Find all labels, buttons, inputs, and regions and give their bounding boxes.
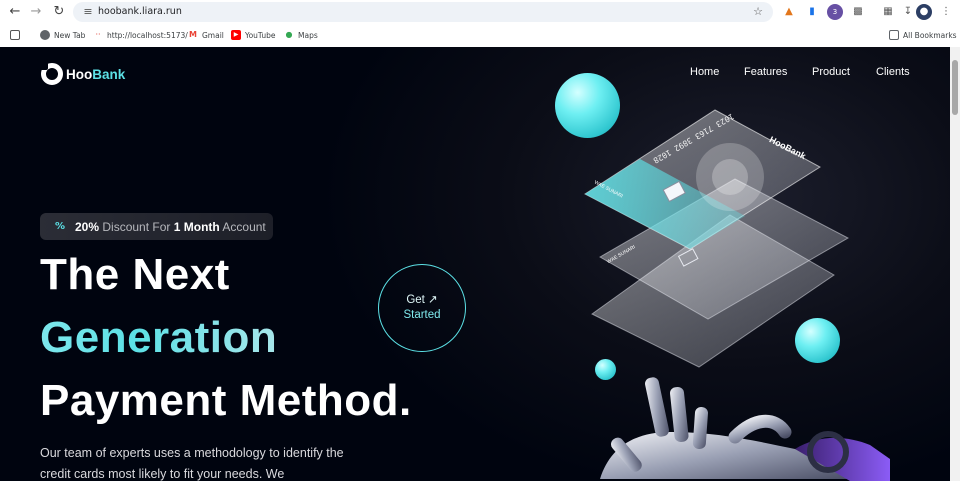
discount-icon: % (54, 220, 66, 232)
hoobank-logo[interactable]: HooBank (37, 59, 126, 85)
screen-cast-icon[interactable]: ▦ (880, 4, 896, 20)
headline-line-1: The Next (40, 250, 230, 299)
get-started-label: Get ↗ (406, 294, 438, 306)
gmail-icon: M (189, 30, 197, 39)
folder-icon (889, 30, 899, 40)
robot-thumb (728, 414, 792, 444)
all-bookmarks[interactable]: All Bookmarks (889, 28, 957, 42)
get-started-label: Started (403, 309, 441, 321)
page-viewport: HooBank Home Features Product Clients % … (0, 47, 950, 481)
extension-icon[interactable]: 3 (827, 4, 843, 20)
nav-product[interactable]: Product (812, 66, 850, 78)
discount-badge: % 20% Discount For 1 Month Account (40, 213, 273, 240)
puzzle-icon[interactable]: ▩ (850, 4, 866, 20)
forward-icon[interactable]: → (27, 3, 45, 21)
back-icon[interactable]: ← (6, 3, 24, 21)
get-started-button[interactable]: Get ↗ Started (378, 264, 466, 352)
headline-line-2: Generation (40, 313, 278, 362)
bookmark-youtube[interactable]: ▶ YouTube (231, 28, 276, 42)
bookmark-localhost[interactable]: ·· http://localhost:5173/ (93, 28, 187, 42)
hero-illustration: 1023 7163 3892 1028 HooBank WAE SUNARI W… (584, 109, 890, 481)
browser-toolbar: ← → ↻ ≡ hoobank.liara.run ☆ ▲ ▮ 3 ▩ ▦ ↧ … (0, 0, 960, 24)
nav-clients[interactable]: Clients (876, 66, 910, 78)
bookmark-gmail[interactable]: M Gmail (188, 28, 224, 42)
reload-icon[interactable]: ↻ (50, 3, 68, 21)
bookmark-maps[interactable]: ● Maps (284, 28, 318, 42)
nav-features[interactable]: Features (744, 66, 787, 78)
browser-chrome: ← → ↻ ≡ hoobank.liara.run ☆ ▲ ▮ 3 ▩ ▦ ↧ … (0, 0, 960, 47)
apps-grid-icon[interactable] (10, 28, 20, 42)
address-bar-url[interactable]: hoobank.liara.run (98, 5, 182, 19)
page-scrollbar-thumb[interactable] (952, 60, 958, 115)
youtube-icon: ▶ (231, 30, 241, 40)
discount-text: 20% Discount For 1 Month Account (75, 219, 266, 234)
hero-paragraph: Our team of experts uses a methodology t… (40, 446, 344, 481)
profile-avatar[interactable]: ● (916, 4, 932, 20)
dots-icon: ·· (95, 30, 101, 39)
metamask-extension-icon[interactable]: ▲ (781, 4, 797, 20)
download-icon[interactable]: ↧ (900, 4, 916, 20)
bookmark-new-tab[interactable]: New Tab (40, 28, 85, 42)
address-bar[interactable]: ≡ hoobank.liara.run ☆ (73, 2, 773, 22)
extension-badge-count: 3 (832, 8, 838, 16)
logo-text: HooBank (66, 66, 126, 82)
extension-icon[interactable]: ▮ (804, 4, 820, 20)
nav-home[interactable]: Home (690, 66, 719, 78)
headline-line-3: Payment Method. (40, 376, 412, 425)
robot-finger (645, 377, 669, 437)
globe-icon (40, 30, 50, 40)
site-settings-icon[interactable]: ≡ (81, 5, 95, 19)
logo-mark-icon (37, 59, 63, 85)
bookmark-star-icon[interactable]: ☆ (751, 5, 765, 19)
bookmarks-bar: New Tab ·· http://localhost:5173/ M Gmai… (0, 25, 960, 45)
maps-pin-icon: ● (285, 30, 293, 39)
menu-kebab-icon[interactable]: ⋮ (938, 4, 954, 20)
